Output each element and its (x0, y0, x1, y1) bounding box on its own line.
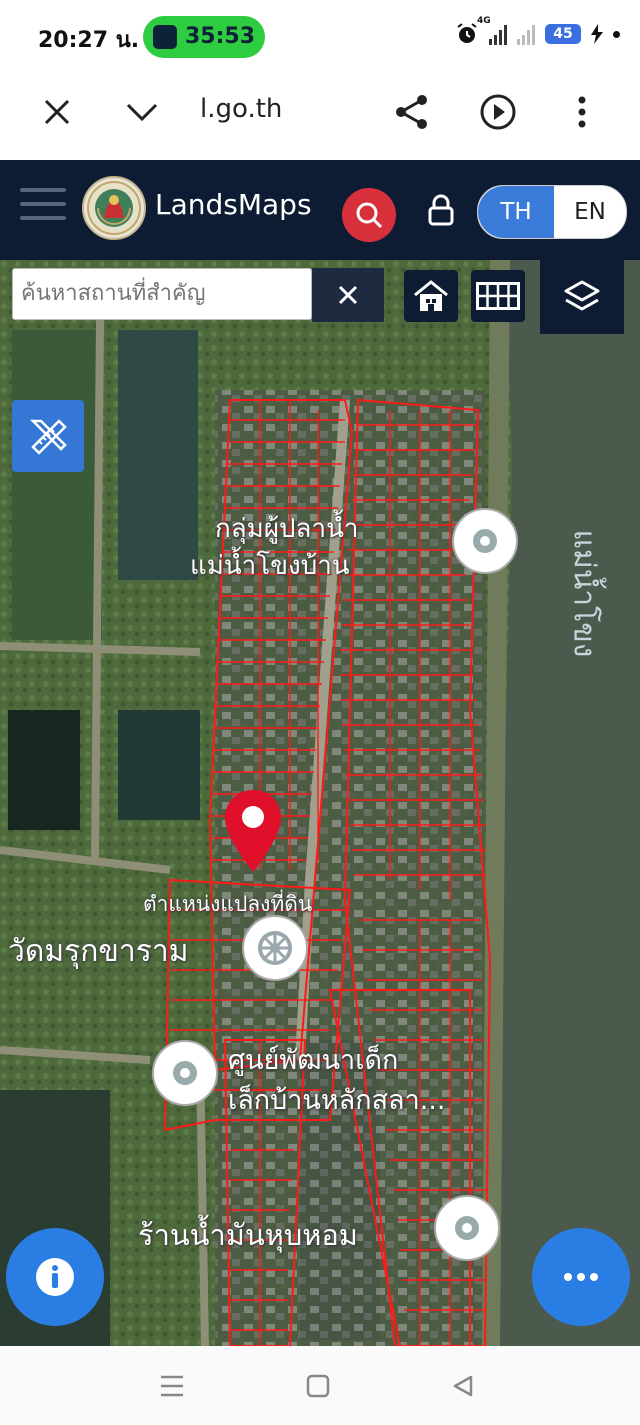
network-tag: 4G (477, 16, 491, 26)
map-label-child-center-line1: ศูนย์พัฒนาเด็ก (228, 1045, 399, 1076)
recent-apps-button[interactable] (152, 1368, 192, 1404)
back-nav-button[interactable] (443, 1368, 483, 1404)
call-icon (153, 25, 177, 49)
poi-marker-3[interactable] (434, 1195, 500, 1261)
satellite-map-background (0, 260, 640, 1346)
lock-icon (428, 194, 454, 226)
map-label-temple: วัดมรุกขาราม (8, 934, 189, 969)
map-pin-icon[interactable] (222, 788, 284, 874)
status-icons: 4G 45 (455, 16, 620, 46)
measure-tool-button[interactable] (12, 400, 84, 472)
chevron-down-icon (126, 103, 158, 122)
system-nav-bar (0, 1346, 640, 1425)
map-label-child-center-line2: เล็กบ้านหลักสลา... (228, 1085, 446, 1116)
app-header: LandsMaps TH EN (0, 160, 640, 260)
status-bar: 20:27 น. 35:53 4G 45 (0, 0, 640, 76)
map-view[interactable]: กลุ่มผู้ปลาน้ำ แม่น้ำโขงบ้าน แม่น้ำโขง ต… (0, 260, 640, 1346)
home-icon (414, 280, 448, 311)
call-timer: 35:53 (185, 24, 256, 49)
share-button[interactable] (388, 88, 436, 136)
place-search-box[interactable] (12, 268, 312, 320)
lock-button[interactable] (427, 194, 455, 226)
notification-dot (613, 30, 620, 38)
language-toggle[interactable]: TH EN (477, 185, 627, 239)
square-icon (306, 1374, 330, 1398)
more-options-button[interactable] (532, 1228, 630, 1326)
more-vertical-icon (578, 96, 586, 128)
map-label-parcel: ตำแหน่งแปลงที่ดิน (143, 892, 313, 916)
grid-button[interactable] (471, 270, 525, 322)
poi-icon (473, 529, 497, 553)
lang-en-option[interactable]: EN (554, 186, 626, 238)
more-menu-button[interactable] (558, 88, 606, 136)
grid-icon (476, 282, 520, 310)
app-brand: LandsMaps (155, 188, 312, 221)
info-button[interactable] (6, 1228, 104, 1326)
signal-icon: 4G (477, 16, 507, 45)
layers-icon (564, 280, 600, 311)
collapse-button[interactable] (118, 88, 166, 136)
poi-icon (173, 1061, 197, 1085)
temple-poi-marker[interactable] (242, 915, 308, 981)
share-icon (396, 95, 427, 129)
back-triangle-icon (453, 1375, 473, 1397)
close-icon (44, 99, 70, 125)
layers-button[interactable] (540, 260, 624, 334)
department-logo (82, 176, 146, 240)
signal-2-icon (517, 23, 535, 45)
menu-lines-icon (161, 1375, 183, 1397)
home-button[interactable] (404, 270, 458, 322)
more-horizontal-icon (564, 1273, 598, 1281)
close-tab-button[interactable] (33, 88, 81, 136)
poi-marker-1[interactable] (452, 508, 518, 574)
play-icon (480, 94, 516, 130)
poi-icon (455, 1216, 479, 1240)
map-label-area-line1: กลุ่มผู้ปลาน้ำ (215, 514, 359, 544)
call-indicator[interactable]: 35:53 (143, 16, 265, 58)
play-button[interactable] (474, 88, 522, 136)
browser-toolbar: l.go.th (0, 76, 640, 160)
close-icon (338, 285, 358, 305)
charging-icon (591, 24, 603, 44)
poi-marker-2[interactable] (152, 1040, 218, 1106)
map-label-river: แม่น้ำโขง (566, 529, 602, 658)
lang-th-option[interactable]: TH (478, 186, 554, 238)
header-search-button[interactable] (342, 188, 396, 242)
info-icon (36, 1258, 74, 1296)
search-icon (356, 202, 383, 229)
status-time: 20:27 น. (38, 28, 140, 53)
map-label-area-line2: แม่น้ำโขงบ้าน (190, 551, 350, 581)
url-text[interactable]: l.go.th (200, 94, 282, 124)
ruler-pencil-icon (29, 419, 67, 455)
battery-icon: 45 (545, 24, 581, 44)
hamburger-menu-icon[interactable] (20, 188, 66, 224)
search-clear-button[interactable] (312, 268, 384, 322)
alarm-icon (457, 23, 477, 43)
dharma-wheel-icon (258, 931, 292, 965)
river-label-box: แม่น้ำโขง (560, 510, 640, 670)
place-search-input[interactable] (13, 269, 309, 317)
home-nav-button[interactable] (298, 1368, 338, 1404)
map-label-shop: ร้านน้ำมันหุบหอม (138, 1218, 358, 1252)
